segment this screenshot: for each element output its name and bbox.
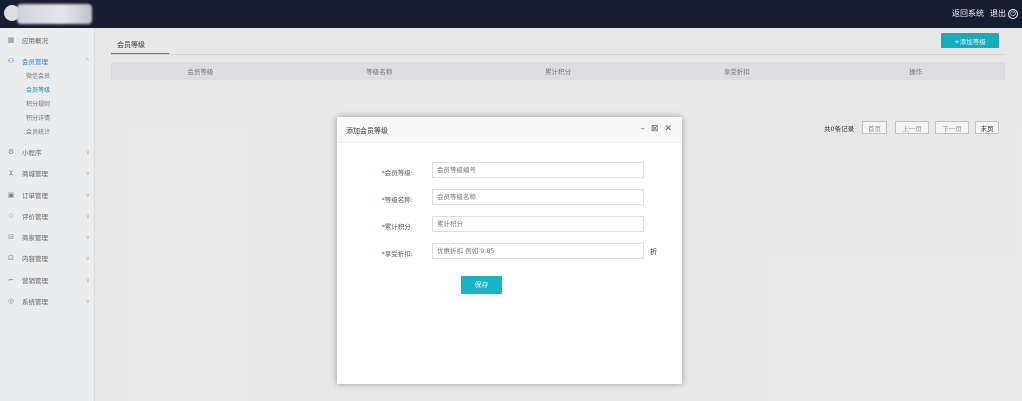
points-input[interactable]: [432, 216, 644, 232]
close-icon[interactable]: ✕: [664, 125, 672, 134]
discount-input[interactable]: [432, 243, 644, 259]
level-name-input[interactable]: [432, 189, 644, 205]
minimize-icon[interactable]: –: [640, 125, 645, 134]
dialog-title: 添加会员等级: [346, 127, 388, 135]
discount-unit: 折: [650, 248, 657, 256]
save-button[interactable]: 保存: [461, 276, 502, 294]
level-number-input[interactable]: [432, 162, 644, 178]
add-level-dialog: 添加会员等级 – ⊠ ✕ *会员等级: *等级名称: *累计积分: *享受折扣:…: [337, 117, 682, 384]
discount-label: *享受折扣:: [381, 250, 413, 258]
level-label: *会员等级:: [381, 169, 413, 177]
points-label: *累计积分:: [381, 223, 413, 231]
dialog-controls: – ⊠ ✕: [640, 125, 672, 134]
maximize-icon[interactable]: ⊠: [651, 125, 659, 134]
level-name-label: *等级名称:: [381, 196, 413, 204]
dialog-header: 添加会员等级 – ⊠ ✕: [337, 117, 682, 143]
